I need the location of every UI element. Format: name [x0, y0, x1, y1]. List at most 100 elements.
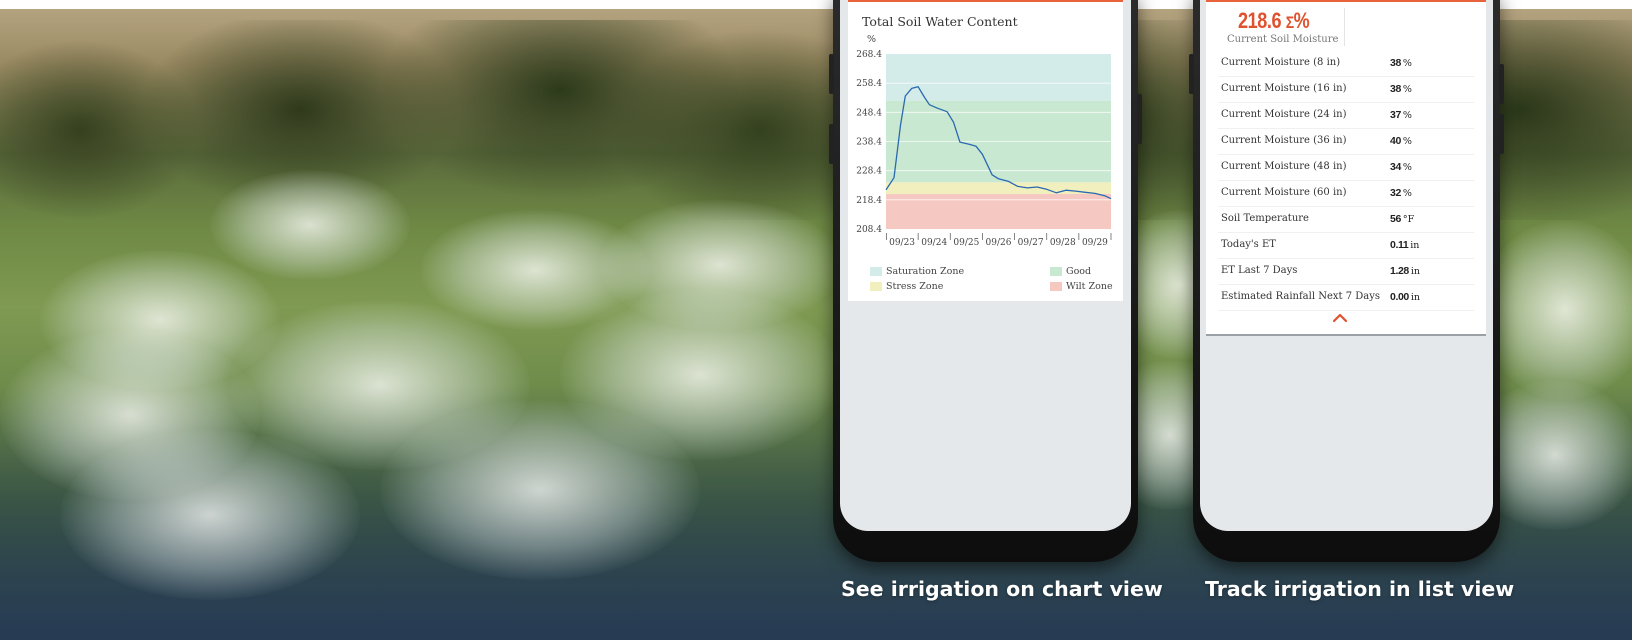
- x-tick-label: 09/25: [953, 238, 979, 248]
- list-item: Soil Temperature 56 °F: [1218, 207, 1474, 233]
- phone-side-button: [1499, 64, 1504, 104]
- list-card: 218.6 Σ% Current Soil Moisture Current M…: [1206, 0, 1486, 336]
- legend-label: Saturation Zone: [886, 266, 965, 277]
- list-item-unit: %: [1402, 84, 1412, 95]
- list-item-unit: %: [1402, 162, 1412, 173]
- list-item: Current Moisture (60 in) 32%: [1218, 181, 1474, 207]
- legend-label: Good: [1066, 266, 1092, 277]
- list-item-label: Current Moisture (24 in): [1221, 109, 1347, 120]
- list-item: ET Last 7 Days 1.28 in: [1218, 259, 1474, 285]
- list-item: Current Moisture (16 in) 38%: [1218, 77, 1474, 103]
- list-item-number: 56: [1390, 213, 1401, 225]
- phone-screen: Total Soil Water Content 268.4 258.4 248.4…: [840, 0, 1131, 531]
- legend-label: Wilt Zone: [1066, 281, 1113, 292]
- list-item-value: 37%: [1390, 109, 1412, 121]
- x-tick-label: 09/24: [921, 238, 947, 248]
- sigma-icon: Σ: [1285, 13, 1294, 32]
- list-item-number: 32: [1390, 187, 1401, 199]
- legend-item-good: Good: [1050, 266, 1091, 277]
- x-tick-label: 09/28: [1050, 238, 1076, 248]
- list-item-label: Soil Temperature: [1221, 213, 1309, 224]
- y-tick-label: 258.4: [856, 79, 882, 89]
- legend-item-wilt: Wilt Zone: [1050, 281, 1113, 292]
- list-item-number: 0.00: [1390, 291, 1409, 303]
- legend-item-stress: Stress Zone: [870, 281, 943, 292]
- list-item-number: 1.28: [1390, 265, 1409, 277]
- list-item-value: 38%: [1390, 57, 1412, 69]
- list-item-value: 34%: [1390, 161, 1412, 173]
- list-item-number: 38: [1390, 57, 1401, 69]
- list-item: Current Moisture (36 in) 40%: [1218, 129, 1474, 155]
- y-tick-label: 218.4: [856, 196, 882, 206]
- y-tick-label: 208.4: [856, 225, 882, 235]
- list-item-label: Current Moisture (8 in): [1221, 57, 1341, 68]
- list-item-value: 0.00 in: [1390, 291, 1420, 303]
- chart-card: Total Soil Water Content 268.4 258.4 248.4…: [848, 0, 1123, 301]
- legend-swatch: [870, 267, 882, 276]
- zone-band: [886, 194, 1111, 229]
- y-tick-label: 268.4: [856, 50, 882, 60]
- card-bottom-border: [1206, 334, 1486, 336]
- list-item: Today's ET 0.11 in: [1218, 233, 1474, 259]
- list-item-label: Current Moisture (48 in): [1221, 161, 1347, 172]
- card-accent-bar: [1206, 0, 1486, 2]
- sprinkler-spray: [1480, 220, 1632, 400]
- current-value-unit: %: [1293, 8, 1310, 33]
- legend-swatch: [870, 282, 882, 291]
- y-axis-unit: %: [867, 34, 876, 45]
- list-item-value: 40%: [1390, 135, 1412, 147]
- caption-list-view: Track irrigation in list view: [1205, 577, 1515, 601]
- sprinkler-spray: [210, 170, 410, 280]
- phone-side-button: [829, 124, 834, 164]
- list-item-number: 40: [1390, 135, 1401, 147]
- list-item-unit: in: [1410, 240, 1420, 251]
- list-item-unit: %: [1402, 136, 1412, 147]
- list-item-unit: in: [1410, 266, 1421, 277]
- list-item-unit: %: [1402, 110, 1412, 121]
- legend-item-saturation: Saturation Zone: [870, 266, 964, 277]
- legend-swatch: [1050, 267, 1062, 276]
- list-item-value: 38%: [1390, 83, 1412, 95]
- list-item-unit: %: [1402, 188, 1412, 199]
- list-item-unit: %: [1402, 58, 1412, 69]
- y-tick-label: 248.4: [856, 108, 882, 118]
- list-item-unit: °F: [1402, 214, 1415, 225]
- list-item: Current Moisture (24 in) 37%: [1218, 103, 1474, 129]
- list-item-value: 0.11 in: [1390, 239, 1419, 251]
- legend-label: Stress Zone: [886, 281, 944, 292]
- y-tick-label: 228.4: [856, 167, 882, 177]
- list-item-label: Current Moisture (36 in): [1221, 135, 1347, 146]
- list-item: Estimated Rainfall Next 7 Days 0.00 in: [1218, 285, 1474, 311]
- current-value-number: 218.6: [1238, 8, 1282, 33]
- x-tick-label: 09/29: [1082, 238, 1108, 248]
- soil-water-chart[interactable]: 268.4 258.4 248.4 238.4 228.4 218.4 208.4% 09/2…: [848, 0, 1123, 265]
- phone-side-button: [829, 54, 834, 94]
- list-item-value: 32%: [1390, 187, 1412, 199]
- phone-side-button: [1499, 114, 1504, 154]
- list-item-number: 34: [1390, 161, 1401, 173]
- list-item: Current Moisture (48 in) 34%: [1218, 155, 1474, 181]
- list-item-value: 56 °F: [1390, 213, 1414, 225]
- phone-screen: 218.6 Σ% Current Soil Moisture Current M…: [1200, 0, 1493, 531]
- header-divider: [1344, 8, 1345, 46]
- list-item-number: 0.11: [1390, 239, 1409, 251]
- current-soil-moisture-label: Current Soil Moisture: [1227, 34, 1339, 45]
- phone-list-view: 218.6 Σ% Current Soil Moisture Current M…: [1189, 0, 1504, 562]
- list-item-number: 37: [1390, 109, 1401, 121]
- y-tick-label: 238.4: [856, 138, 882, 148]
- moisture-list: Current Moisture (8 in) 38% Current Moistu…: [1218, 51, 1474, 311]
- list-item-value: 1.28 in: [1390, 265, 1420, 277]
- list-item-number: 38: [1390, 83, 1401, 95]
- current-soil-moisture-value: 218.6 Σ%: [1238, 8, 1310, 34]
- zone-band: [886, 182, 1111, 194]
- chevron-up-icon[interactable]: [1332, 312, 1348, 324]
- list-item-label: Today's ET: [1221, 239, 1276, 250]
- x-tick-label: 09/26: [986, 238, 1012, 248]
- x-tick-label: 09/27: [1018, 238, 1044, 248]
- list-item-label: Current Moisture (16 in): [1221, 83, 1347, 94]
- list-item-label: Current Moisture (60 in): [1221, 187, 1347, 198]
- sprinkler-spray: [380, 400, 700, 580]
- phone-side-button: [1137, 94, 1142, 144]
- sprinkler-spray: [60, 430, 360, 600]
- phone-chart-view: Total Soil Water Content 268.4 258.4 248.4…: [829, 0, 1142, 562]
